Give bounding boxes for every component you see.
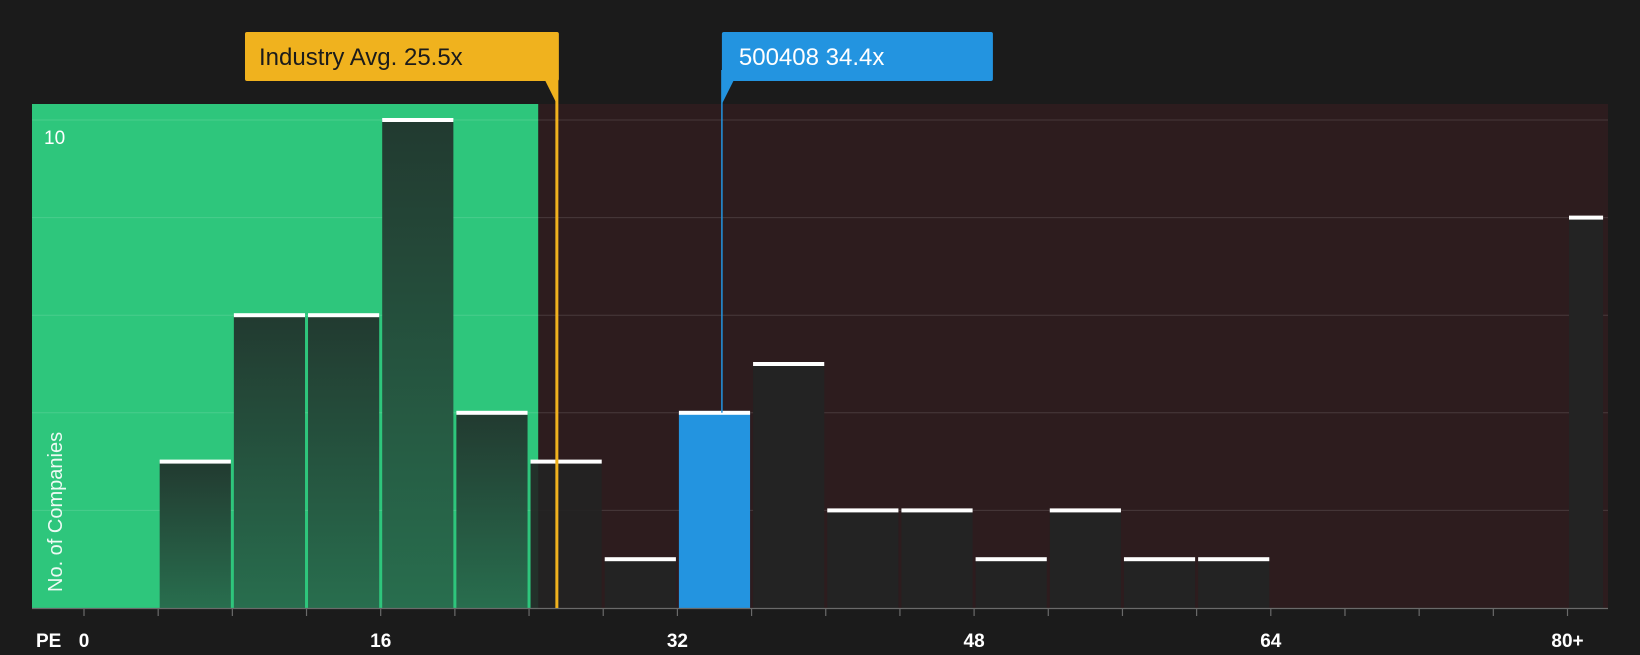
bar-cap-11 xyxy=(975,557,1047,562)
industry-avg-label: Industry Avg. 25.5x xyxy=(259,44,463,71)
bar-cap-13 xyxy=(1123,557,1196,562)
bar-7 xyxy=(678,412,751,608)
bar-cap-8 xyxy=(753,362,825,366)
bar-8 xyxy=(753,364,825,608)
bar-3 xyxy=(382,120,454,608)
x-tick-label-64: 64 xyxy=(1260,631,1282,650)
x-axis: PE 0 16 32 48 64 80+ xyxy=(32,607,1608,652)
bar-cap-1 xyxy=(233,313,306,318)
bar-cap-12 xyxy=(1049,508,1121,513)
bar-12 xyxy=(1049,510,1121,608)
bar-1 xyxy=(233,315,306,608)
bar-10 xyxy=(901,510,973,608)
y-tick-label: 10 xyxy=(44,128,65,149)
x-axis-label: PE xyxy=(36,631,61,650)
chart-svg: PE 0 16 32 48 64 80+ Industry Avg. 25.5x 50040… xyxy=(32,32,1608,652)
pe-distribution-chart: PE 0 16 32 48 64 80+ Industry Avg. 25.5x 50040… xyxy=(0,0,1640,652)
bar-cap-14 xyxy=(1198,557,1270,562)
bar-cap-9 xyxy=(827,508,899,513)
x-tick-label-16: 16 xyxy=(370,631,391,650)
x-tick-label-0: 0 xyxy=(79,631,90,650)
bar-cap-7 xyxy=(678,410,751,415)
bar-4 xyxy=(456,412,528,608)
bar-5 xyxy=(530,461,602,608)
y-axis-label: No. of Companies xyxy=(45,432,67,592)
bar-cap-5 xyxy=(530,459,602,464)
bar-2 xyxy=(308,315,380,608)
company-label: 500408 34.4x xyxy=(739,44,884,71)
bar-cap-15 xyxy=(1569,215,1604,220)
bar-cap-3 xyxy=(382,118,454,122)
industry-avg-pointer xyxy=(544,80,557,104)
x-tick-label-48: 48 xyxy=(964,631,985,650)
bar-15 xyxy=(1569,217,1604,608)
bar-cap-2 xyxy=(308,313,380,318)
bar-cap-6 xyxy=(604,557,676,562)
x-tick-label-32: 32 xyxy=(667,631,688,650)
company-pointer xyxy=(721,80,734,104)
x-tick-label-80plus: 80+ xyxy=(1551,631,1583,650)
bar-0 xyxy=(159,461,231,608)
bar-13 xyxy=(1123,559,1196,608)
bar-14 xyxy=(1198,559,1270,608)
bar-cap-4 xyxy=(456,410,528,415)
bar-11 xyxy=(975,559,1047,608)
bar-cap-0 xyxy=(159,459,231,464)
bar-cap-10 xyxy=(901,508,973,513)
bar-9 xyxy=(827,510,899,608)
bar-6 xyxy=(604,559,676,608)
